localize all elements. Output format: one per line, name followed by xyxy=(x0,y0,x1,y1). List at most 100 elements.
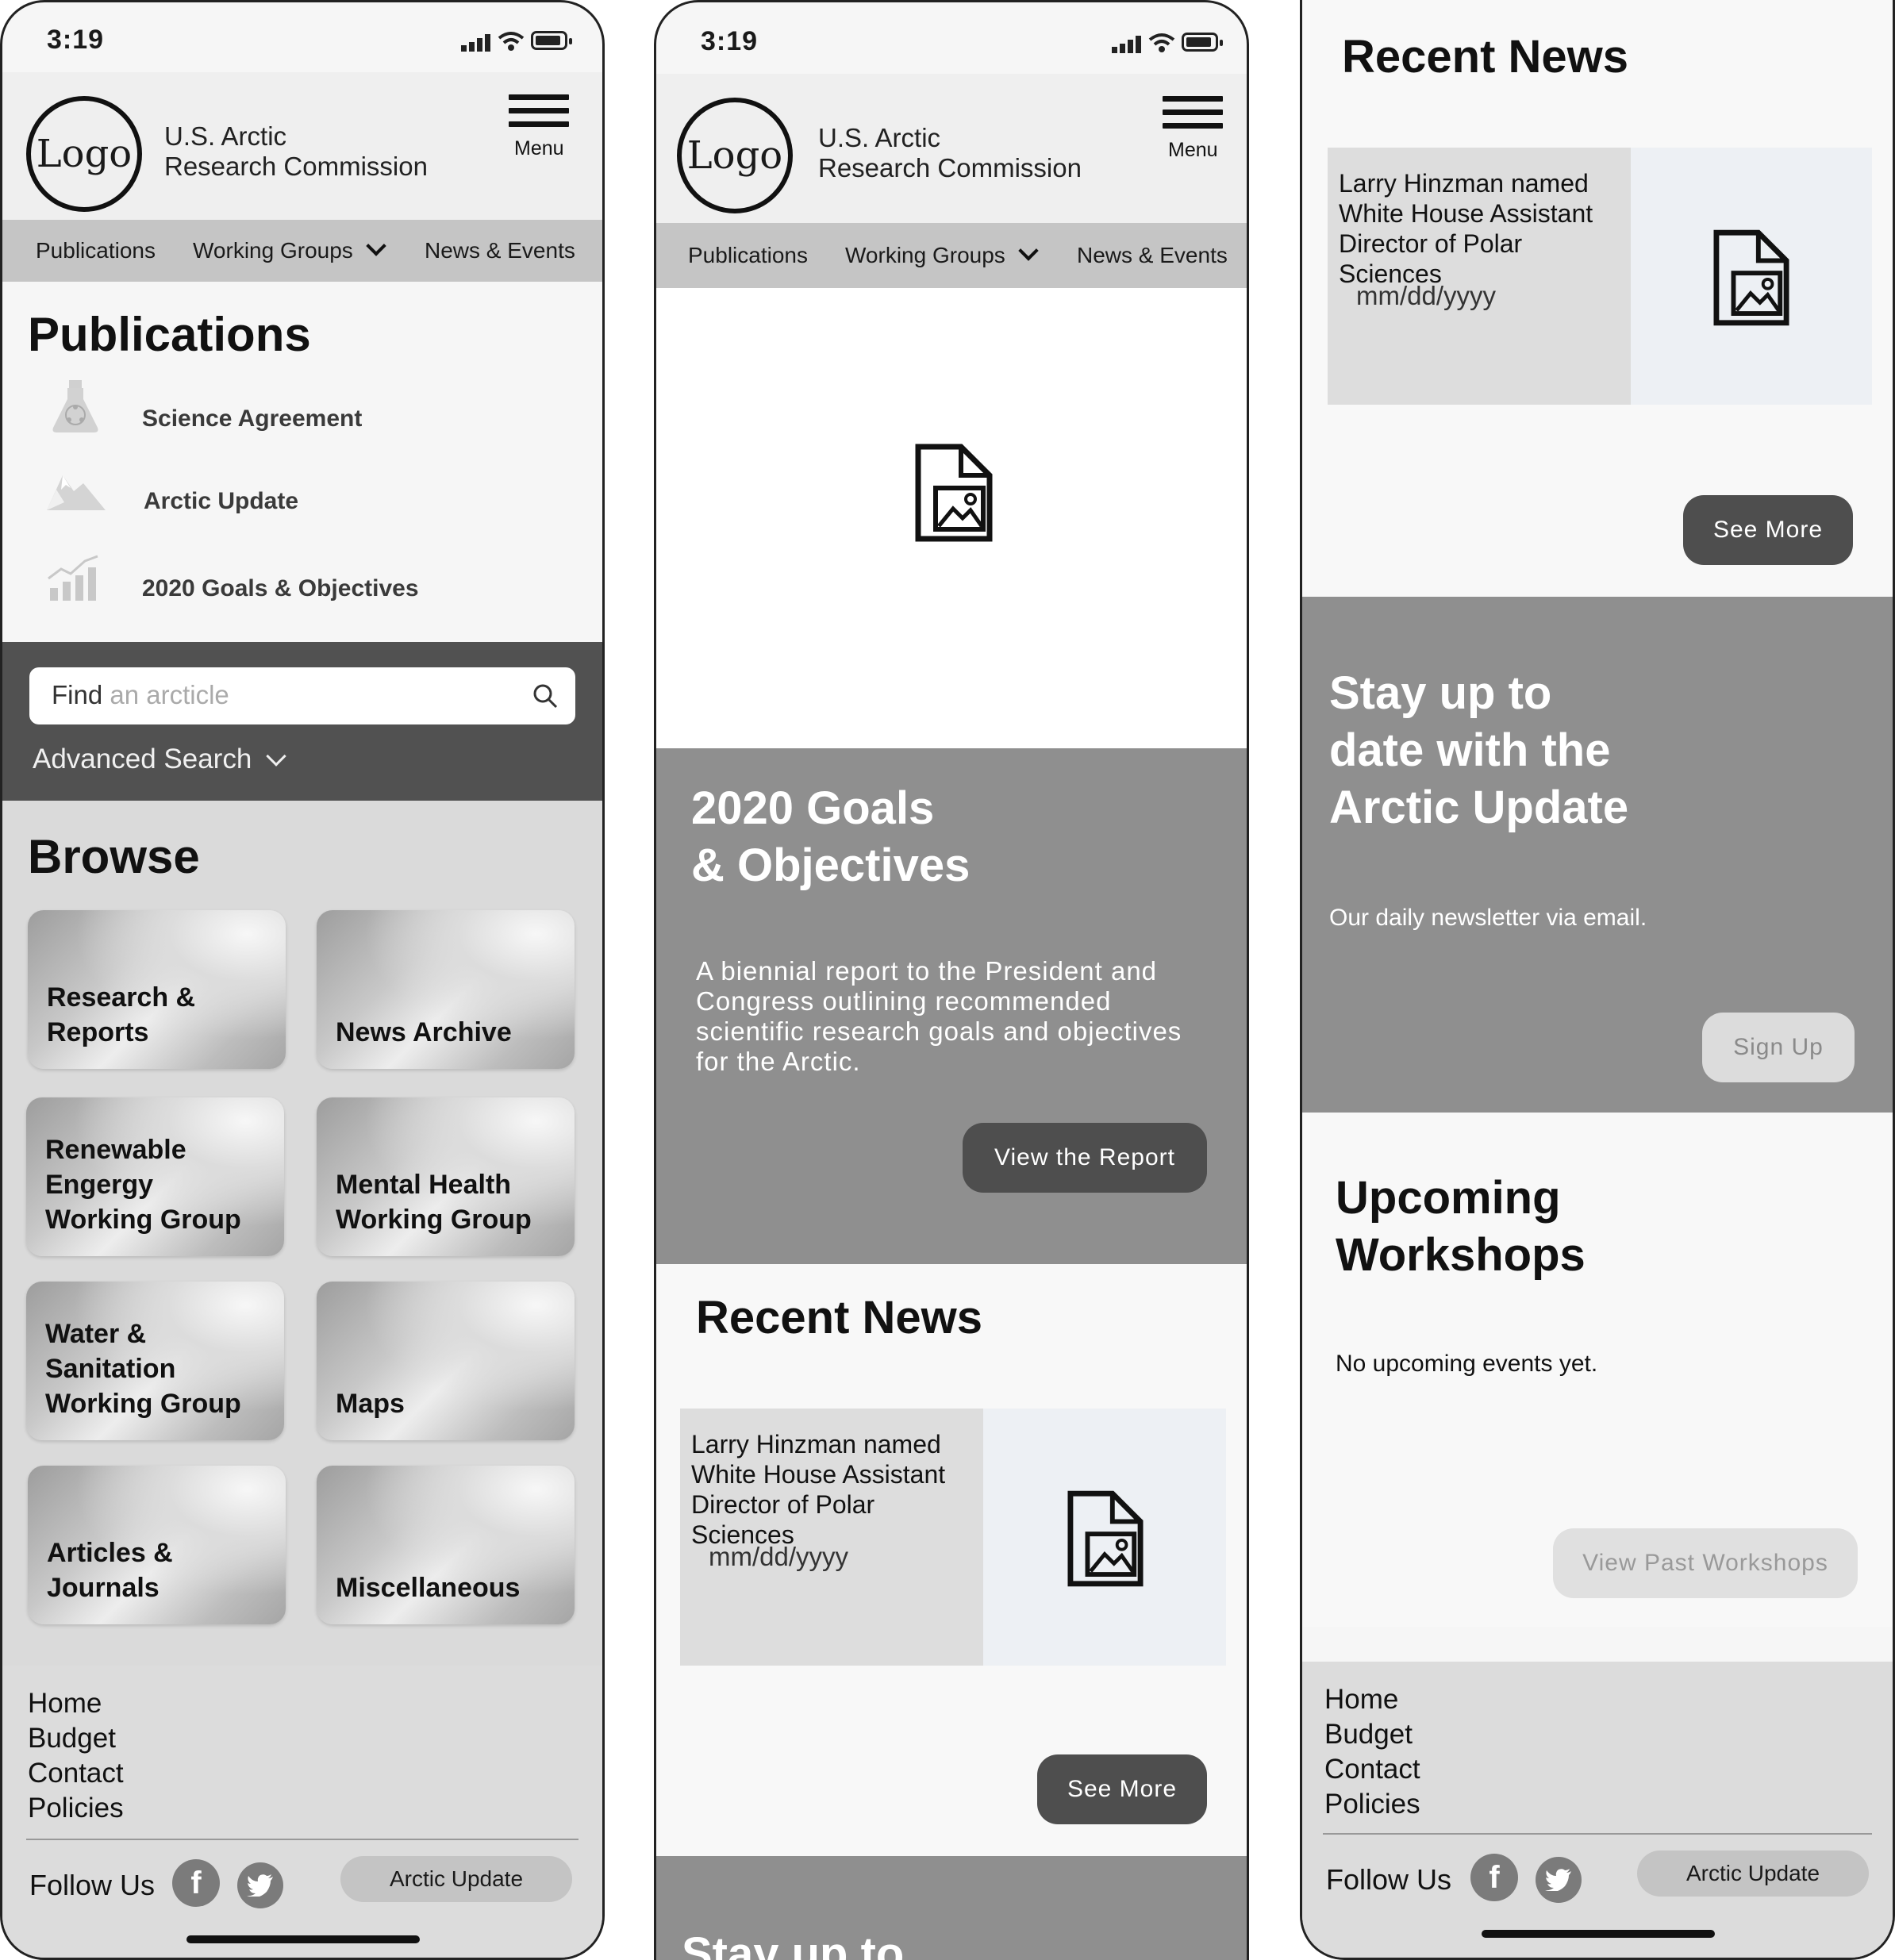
see-more-button[interactable]: See More xyxy=(1683,495,1853,565)
search-value: Find xyxy=(52,680,103,709)
news-headline[interactable]: Larry Hinzman named White House Assistan… xyxy=(691,1429,977,1550)
follow-us-label: Follow Us xyxy=(1326,1863,1452,1896)
goals-hero: 2020 Goals & Objectives A biennial repor… xyxy=(656,748,1247,1264)
phone-screen-news: Recent News Larry Hinzman named White Ho… xyxy=(1300,0,1895,1960)
view-report-button[interactable]: View the Report xyxy=(963,1123,1207,1193)
menu-icon[interactable] xyxy=(509,94,569,128)
menu-label[interactable]: Menu xyxy=(514,137,564,160)
publication-item-science-agreement[interactable]: Science Agreement xyxy=(142,405,362,432)
workshops-section: Upcoming Workshops No upcoming events ye… xyxy=(1302,1113,1893,1627)
view-past-workshops-button[interactable]: View Past Workshops xyxy=(1553,1528,1858,1598)
footer-divider xyxy=(1323,1833,1872,1835)
news-card-text: Larry Hinzman named White House Assistan… xyxy=(680,1409,983,1666)
browse-tile-label: Research & Reports xyxy=(47,982,196,1047)
chevron-down-icon xyxy=(366,236,386,256)
browse-tile-research-reports[interactable]: Research & Reports xyxy=(28,910,286,1069)
recent-news-title: Recent News xyxy=(696,1292,983,1343)
browse-tile-label: Water & Sanitation Working Group xyxy=(45,1319,241,1419)
arctic-update-button[interactable]: Arctic Update xyxy=(1637,1850,1869,1897)
menu-label[interactable]: Menu xyxy=(1168,139,1218,162)
image-file-icon xyxy=(1713,229,1789,326)
menu-icon[interactable] xyxy=(1163,96,1223,129)
recent-news-section: Recent News Larry Hinzman named White Ho… xyxy=(1302,0,1893,597)
hero-image-placeholder xyxy=(656,288,1247,748)
advanced-search-label: Advanced Search xyxy=(33,744,252,774)
news-card[interactable]: Larry Hinzman named White House Assistan… xyxy=(1328,148,1872,405)
status-time: 3:19 xyxy=(701,26,759,56)
footer-link-budget[interactable]: Budget xyxy=(28,1723,116,1754)
footer-divider xyxy=(26,1839,578,1840)
newsletter-title-partial: Stay up to xyxy=(682,1928,905,1960)
image-file-icon xyxy=(1067,1490,1144,1587)
workshops-title: Upcoming Workshops xyxy=(1336,1172,1586,1281)
browse-tile-label: News Archive xyxy=(336,1017,512,1047)
news-image xyxy=(983,1409,1226,1666)
home-indicator xyxy=(186,1935,420,1943)
nav-news-events[interactable]: News & Events xyxy=(1077,243,1228,268)
browse-tile-renewable-energy[interactable]: Renewable Engergy Working Group xyxy=(26,1097,284,1256)
follow-us-label: Follow Us xyxy=(29,1869,156,1901)
site-footer: Home Budget Contact Policies Follow Us f… xyxy=(2,1666,602,1958)
mountain-icon xyxy=(47,475,106,510)
chevron-down-icon xyxy=(1018,240,1039,261)
browse-tile-label: Miscellaneous xyxy=(336,1573,521,1603)
nav-news-events[interactable]: News & Events xyxy=(425,238,575,263)
publication-item-2020-goals[interactable]: 2020 Goals & Objectives xyxy=(142,575,419,602)
news-date: mm/dd/yyyy xyxy=(709,1542,849,1571)
bar-chart-icon xyxy=(48,555,98,601)
footer-link-home[interactable]: Home xyxy=(28,1688,102,1720)
home-indicator xyxy=(1482,1930,1715,1938)
search-input[interactable]: Find an arcticle xyxy=(29,667,575,724)
nav-working-groups[interactable]: Working Groups xyxy=(193,236,386,263)
site-header: Logo U.S. Arctic Research Commission Men… xyxy=(2,72,602,220)
newsletter-section-partial: Stay up to xyxy=(656,1856,1247,1960)
search-icon[interactable] xyxy=(532,683,558,709)
nav-publications[interactable]: Publications xyxy=(688,243,808,268)
see-more-button[interactable]: See More xyxy=(1037,1754,1207,1824)
footer-link-policies[interactable]: Policies xyxy=(1324,1789,1420,1820)
footer-link-contact[interactable]: Contact xyxy=(28,1758,124,1789)
main-nav: Publications Working Groups News & Event… xyxy=(656,223,1247,288)
logo[interactable]: Logo xyxy=(677,98,793,213)
battery-icon xyxy=(531,31,572,50)
newsletter-title: Stay up to date with the Arctic Update xyxy=(1329,667,1629,833)
twitter-icon[interactable] xyxy=(1536,1857,1582,1903)
phone-screen-home: 3:19 Logo U.S. Arctic Research Commissio… xyxy=(0,0,605,1960)
footer-link-home[interactable]: Home xyxy=(1324,1684,1398,1716)
browse-tile-maps[interactable]: Maps xyxy=(317,1282,575,1440)
twitter-icon[interactable] xyxy=(237,1862,283,1908)
news-card[interactable]: Larry Hinzman named White House Assistan… xyxy=(680,1409,1226,1666)
wifi-icon xyxy=(1148,33,1175,52)
main-nav: Publications Working Groups News & Event… xyxy=(2,220,602,282)
facebook-icon[interactable]: f xyxy=(1470,1854,1518,1901)
workshops-empty-text: No upcoming events yet. xyxy=(1336,1351,1598,1377)
org-name: U.S. Arctic Research Commission xyxy=(818,123,1082,183)
sign-up-button[interactable]: Sign Up xyxy=(1702,1013,1855,1082)
site-footer: Home Budget Contact Policies Follow Us f… xyxy=(1302,1662,1893,1958)
footer-link-budget[interactable]: Budget xyxy=(1324,1719,1413,1751)
browse-tile-mental-health[interactable]: Mental Health Working Group xyxy=(317,1097,575,1256)
browse-tile-news-archive[interactable]: News Archive xyxy=(317,910,575,1069)
arctic-update-button[interactable]: Arctic Update xyxy=(340,1856,572,1902)
search-section: Find an arcticle Advanced Search xyxy=(2,642,602,801)
nav-working-groups[interactable]: Working Groups xyxy=(845,240,1039,268)
browse-tile-label: Renewable Engergy Working Group xyxy=(45,1135,241,1235)
news-headline[interactable]: Larry Hinzman named White House Assistan… xyxy=(1339,168,1624,289)
browse-tile-miscellaneous[interactable]: Miscellaneous xyxy=(317,1466,575,1624)
logo[interactable]: Logo xyxy=(26,96,142,212)
publications-title: Publications xyxy=(28,308,311,361)
advanced-search-toggle[interactable]: Advanced Search xyxy=(33,744,287,775)
browse-tile-articles-journals[interactable]: Articles & Journals xyxy=(28,1466,286,1624)
news-image xyxy=(1631,148,1872,405)
nav-publications[interactable]: Publications xyxy=(36,238,156,263)
news-date: mm/dd/yyyy xyxy=(1356,281,1497,310)
phone-screen-goals: 3:19 Logo U.S. Arctic Research Commissio… xyxy=(654,0,1249,1960)
footer-link-policies[interactable]: Policies xyxy=(28,1793,124,1824)
recent-news-section: Recent News Larry Hinzman named White Ho… xyxy=(656,1264,1247,1856)
flask-icon xyxy=(52,380,98,432)
browse-tile-water-sanitation[interactable]: Water & Sanitation Working Group xyxy=(26,1282,284,1440)
facebook-icon[interactable]: f xyxy=(172,1859,220,1907)
footer-link-contact[interactable]: Contact xyxy=(1324,1754,1420,1785)
browse-tile-label: Mental Health Working Group xyxy=(336,1170,532,1235)
publication-item-arctic-update[interactable]: Arctic Update xyxy=(144,488,298,515)
